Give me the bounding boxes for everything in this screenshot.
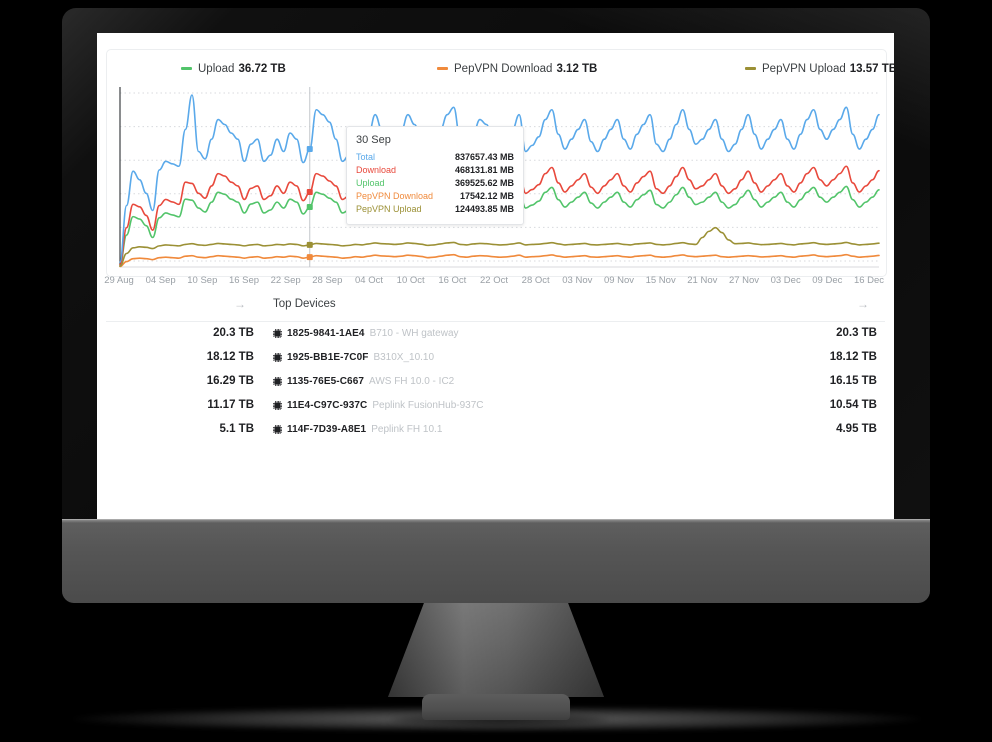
device-description: Peplink FH 10.1	[371, 423, 443, 435]
scene: Upload 36.72 TB PepVPN Download 3.12 TB …	[0, 0, 992, 742]
chip-icon	[273, 400, 282, 410]
x-axis-tick: 04 Oct	[355, 275, 383, 286]
top-devices-title: Top Devices	[273, 298, 336, 310]
table-row[interactable]: 18.12 TB 1925-BB1E-7C0F B310X_10.10 18.12 T…	[106, 345, 885, 369]
chip-icon	[273, 328, 282, 338]
legend-item-upload[interactable]: Upload 36.72 TB	[181, 63, 286, 75]
device-usage-left: 16.29 TB	[206, 375, 254, 387]
device-serial: 1135-76E5-C667	[287, 375, 365, 387]
monitor-chin	[62, 519, 930, 603]
table-row[interactable]: 16.29 TB 1135-76E5-C667 AWS FH 10.0 - IC2 1…	[106, 369, 885, 393]
device-serial: 11E4-C97C-937C	[287, 399, 368, 411]
x-axis-tick: 04 Sep	[145, 275, 176, 286]
dashboard-page: Upload 36.72 TB PepVPN Download 3.12 TB …	[97, 33, 894, 519]
tooltip-rows: Total 837657.43 MB Download 468131.81 MB Upl…	[356, 151, 514, 216]
arrow-right-icon-left[interactable]: →	[234, 297, 246, 311]
tooltip-row: PepVPN Upload 124493.85 MB	[356, 203, 514, 216]
device-identity: 1135-76E5-C667 AWS FH 10.0 - IC2	[273, 376, 454, 387]
device-description: B310X_10.10	[373, 351, 435, 363]
device-usage-right: 18.12 TB	[829, 351, 877, 363]
tooltip-row-label: Upload	[356, 178, 385, 188]
table-row[interactable]: 11.17 TB 11E4-C97C-937C Peplink FusionHub-…	[106, 393, 885, 417]
x-axis-tick: 10 Oct	[396, 275, 425, 286]
legend-value-pepvpn-download: 3.12 TB	[556, 62, 598, 75]
top-devices-list: 20.3 TB 1825-9841-1AE4 B710 - WH gateway 20…	[106, 321, 885, 441]
x-axis-tick: 03 Nov	[562, 275, 593, 286]
legend-item-pepvpn-upload[interactable]: PepVPN Upload 13.57 TB	[745, 63, 894, 75]
monitor-stand-base	[422, 694, 570, 720]
tooltip-row-label: Download	[356, 165, 397, 175]
device-description: B710 - WH gateway	[369, 327, 459, 339]
x-axis-tick: 22 Sep	[270, 275, 301, 286]
tooltip-row-value: 837657.43 MB	[454, 152, 514, 162]
x-axis-tick: 28 Sep	[312, 275, 343, 286]
chart-x-axis: 29 Aug 04 Sep 10 Sep 16 Sep 22 Sep 28 Sep 04 O…	[104, 275, 885, 291]
bandwidth-chart-card: Upload 36.72 TB PepVPN Download 3.12 TB …	[106, 49, 894, 277]
device-usage-left: 20.3 TB	[213, 327, 254, 339]
x-axis-tick: 27 Nov	[728, 275, 760, 286]
device-identity: 114F-7D39-A8E1 Peplink FH 10.1	[273, 424, 442, 435]
device-description: Peplink FusionHub-937C	[372, 399, 484, 411]
chart-legend: Upload 36.72 TB PepVPN Download 3.12 TB …	[107, 50, 894, 87]
table-row[interactable]: 5.1 TB 114F-7D39-A8E1 Peplink FH 10.1 4.95 …	[106, 417, 885, 441]
chart-tooltip: 30 Sep Total 837657.43 MB Download 468131.8…	[346, 126, 524, 225]
device-description: AWS FH 10.0 - IC2	[369, 375, 455, 387]
tooltip-date: 30 Sep	[356, 134, 391, 146]
monitor-stand-neck-shading	[388, 601, 604, 697]
legend-swatch-pepvpn-upload	[745, 67, 756, 70]
x-axis-tick: 15 Nov	[645, 275, 676, 286]
x-axis-tick: 16 Dec	[853, 275, 885, 286]
chip-icon	[273, 376, 282, 386]
monitor-chin-highlight	[62, 519, 930, 523]
legend-swatch-pepvpn-download	[437, 67, 448, 70]
chip-icon	[273, 352, 282, 362]
arrow-right-icon-right[interactable]: →	[857, 297, 869, 311]
x-axis-tick: 16 Oct	[438, 275, 467, 286]
x-axis-tick: 10 Sep	[187, 275, 218, 286]
legend-label-pepvpn-download: PepVPN Download	[454, 62, 553, 75]
legend-swatch-upload	[181, 67, 192, 70]
x-axis-tick: 09 Nov	[603, 275, 635, 286]
device-usage-right: 4.95 TB	[836, 423, 877, 435]
tooltip-row-value: 124493.85 MB	[454, 204, 514, 214]
x-axis-tick: 09 Dec	[812, 275, 843, 286]
chip-icon	[273, 424, 282, 434]
monitor-screen: Upload 36.72 TB PepVPN Download 3.12 TB …	[97, 33, 894, 519]
tooltip-row-value: 369525.62 MB	[454, 178, 514, 188]
tooltip-row-label: Total	[356, 152, 376, 162]
tooltip-row-value: 17542.12 MB	[459, 191, 514, 201]
legend-item-pepvpn-download[interactable]: PepVPN Download 3.12 TB	[437, 63, 597, 75]
tooltip-row: Total 837657.43 MB	[356, 151, 514, 164]
tooltip-row: Upload 369525.62 MB	[356, 177, 514, 190]
legend-value-pepvpn-upload: 13.57 TB	[849, 62, 894, 75]
tooltip-row: Download 468131.81 MB	[356, 164, 514, 177]
device-serial: 1925-BB1E-7C0F	[287, 351, 369, 363]
tooltip-row: PepVPN Download 17542.12 MB	[356, 190, 514, 203]
tooltip-row-label: PepVPN Upload	[356, 204, 422, 214]
x-axis-tick: 29 Aug	[104, 275, 134, 286]
device-serial: 1825-9841-1AE4	[287, 327, 365, 339]
tooltip-row-value: 468131.81 MB	[454, 165, 514, 175]
device-usage-right: 20.3 TB	[836, 327, 877, 339]
x-axis-tick: 22 Oct	[480, 275, 508, 286]
x-axis-tick: 03 Dec	[770, 275, 801, 286]
tooltip-row-label: PepVPN Download	[356, 191, 434, 201]
device-usage-left: 11.17 TB	[207, 399, 254, 411]
device-identity: 1825-9841-1AE4 B710 - WH gateway	[273, 328, 459, 339]
device-usage-left: 18.12 TB	[206, 351, 254, 363]
device-identity: 11E4-C97C-937C Peplink FusionHub-937C	[273, 400, 484, 411]
top-devices-header: → Top Devices →	[106, 291, 885, 322]
legend-label-upload: Upload	[198, 62, 235, 75]
x-axis-tick: 16 Sep	[228, 275, 260, 286]
x-axis-tick: 28 Oct	[521, 275, 550, 286]
device-usage-right: 10.54 TB	[829, 399, 877, 411]
legend-label-pepvpn-upload: PepVPN Upload	[762, 62, 846, 75]
device-identity: 1925-BB1E-7C0F B310X_10.10	[273, 352, 434, 363]
device-usage-left: 5.1 TB	[219, 423, 254, 435]
table-row[interactable]: 20.3 TB 1825-9841-1AE4 B710 - WH gateway 20…	[106, 321, 885, 345]
legend-value-upload: 36.72 TB	[238, 62, 286, 75]
device-serial: 114F-7D39-A8E1	[287, 423, 367, 435]
device-usage-right: 16.15 TB	[829, 375, 877, 387]
x-axis-tick: 21 Nov	[687, 275, 718, 286]
